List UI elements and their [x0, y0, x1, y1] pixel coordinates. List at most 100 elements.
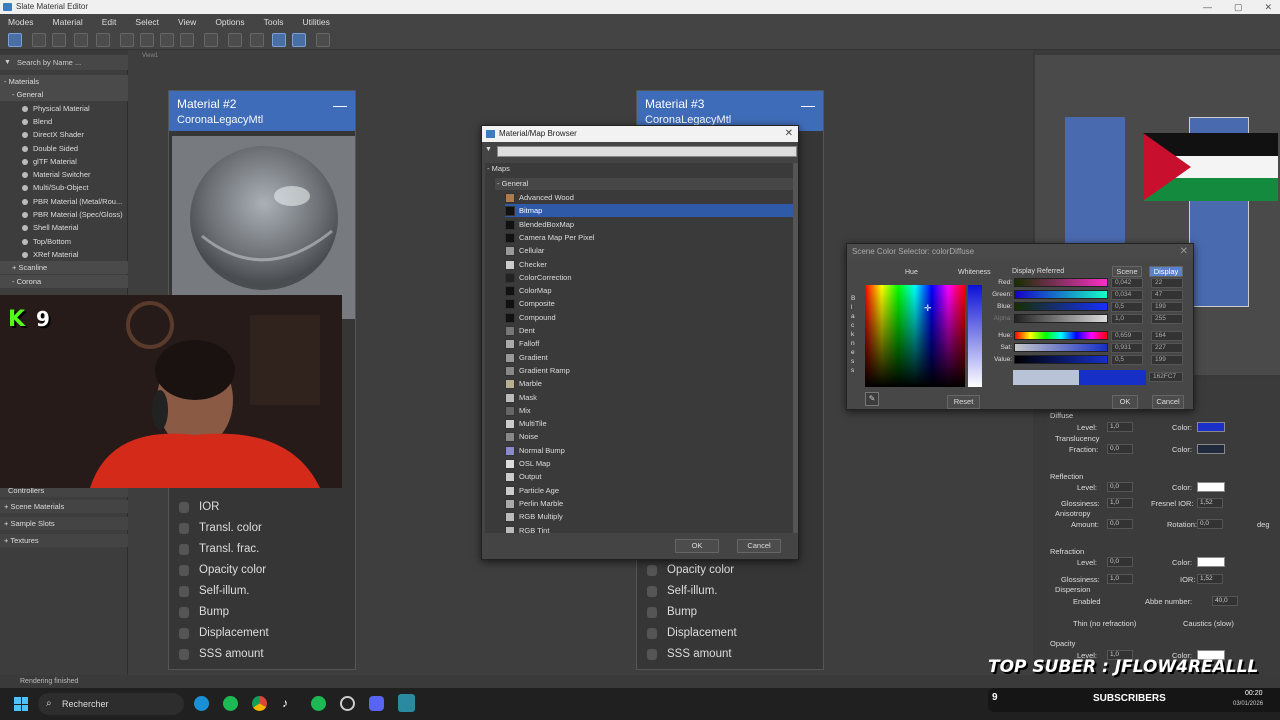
delete-icon[interactable] — [96, 33, 110, 47]
color-slider[interactable] — [1014, 302, 1108, 311]
slot-sss-amount[interactable]: SSS amount — [637, 644, 825, 665]
lock-icon[interactable] — [204, 33, 218, 47]
color-int-field[interactable]: 199 — [1151, 302, 1183, 312]
reflection-glossiness-field[interactable]: 1,0 — [1107, 498, 1133, 508]
refraction-glossiness-field[interactable]: 1,0 — [1107, 574, 1133, 584]
diffuse-level-field[interactable]: 1,0 — [1107, 422, 1133, 432]
material-map-browser-icon[interactable] — [272, 33, 286, 47]
color-slider[interactable] — [1014, 314, 1108, 323]
map-item[interactable]: Noise — [505, 430, 793, 443]
map-item[interactable]: RGB Multiply — [505, 510, 793, 523]
tiktok-icon[interactable]: ♪ — [282, 696, 295, 711]
rotation-field[interactable]: 0,0 — [1197, 519, 1223, 529]
tree-item[interactable]: Physical Material — [0, 102, 128, 115]
tree-item[interactable]: Blend — [0, 115, 128, 128]
3dsmax-icon[interactable] — [398, 694, 415, 712]
color-float-field[interactable]: 0,5 — [1111, 355, 1143, 365]
refraction-color-swatch[interactable] — [1197, 557, 1225, 567]
display-tab[interactable]: Display — [1149, 266, 1183, 277]
dropdown-arrow-icon[interactable]: ▼ — [485, 146, 492, 153]
maximize-icon[interactable]: ▢ — [1234, 0, 1243, 14]
color-float-field[interactable]: 0,042 — [1111, 278, 1143, 288]
dispersion-enabled-checkbox[interactable]: Enabled — [1073, 597, 1101, 606]
navigator-icon[interactable] — [316, 33, 330, 47]
map-list[interactable]: - Maps - General Advanced Wood Bitmap Blen… — [485, 163, 795, 533]
edge-browser-icon[interactable] — [194, 696, 209, 711]
menu-material[interactable]: Material — [53, 14, 83, 30]
taskbar-search-input[interactable]: ⌕ Rechercher — [38, 693, 184, 715]
tree-item[interactable]: - Corona — [0, 274, 128, 288]
discord-icon[interactable] — [369, 696, 384, 711]
collapse-icon[interactable]: — — [333, 97, 347, 113]
color-float-field[interactable]: 1,0 — [1111, 314, 1143, 324]
map-item[interactable]: Perlin Marble — [505, 497, 793, 510]
color-ok-button[interactable]: OK — [1112, 395, 1138, 409]
tree-item[interactable]: Material Switcher — [0, 168, 128, 181]
color-slider[interactable] — [1014, 331, 1108, 340]
hide-slots-icon[interactable] — [140, 33, 154, 47]
search-row[interactable]: ▼ Search by Name ... — [0, 55, 128, 70]
slot-opacity-color[interactable]: Opacity color — [637, 560, 825, 581]
move-children-icon[interactable] — [120, 33, 134, 47]
slot-transl-color[interactable]: Transl. color — [169, 518, 357, 539]
node-header[interactable]: Material #2 CoronaLegacyMtl — — [169, 91, 355, 131]
reset-button[interactable]: Reset — [947, 395, 980, 409]
tree-item[interactable]: Multi/Sub-Object — [0, 181, 128, 194]
map-item[interactable]: ColorCorrection — [505, 271, 793, 284]
map-item[interactable]: OSL Map — [505, 457, 793, 470]
slot-self-illum[interactable]: Self-illum. — [169, 581, 357, 602]
color-float-field[interactable]: 0,659 — [1111, 331, 1143, 341]
map-item[interactable]: Gradient Ramp — [505, 364, 793, 377]
map-item[interactable]: ColorMap — [505, 284, 793, 297]
maps-group[interactable]: - Maps — [487, 164, 510, 173]
map-list-scrollbar[interactable] — [793, 163, 798, 533]
map-item[interactable]: Advanced Wood — [505, 191, 793, 204]
color-int-field[interactable]: 227 — [1151, 343, 1183, 353]
eyedropper-icon[interactable]: ✎ — [865, 392, 879, 406]
tree-item[interactable]: - Materials — [0, 75, 128, 88]
map-item[interactable]: Compound — [505, 311, 793, 324]
reflection-color-swatch[interactable] — [1197, 482, 1225, 492]
tree-item[interactable]: PBR Material (Spec/Gloss) — [0, 208, 128, 221]
map-item[interactable]: Falloff — [505, 337, 793, 350]
menu-options[interactable]: Options — [215, 14, 244, 30]
color-slider[interactable] — [1014, 343, 1108, 352]
whiteness-slider[interactable] — [968, 285, 982, 387]
tree-item[interactable]: Double Sided — [0, 142, 128, 155]
tree-item[interactable]: XRef Material — [0, 248, 128, 261]
windows-start-icon[interactable] — [14, 697, 28, 711]
menu-edit[interactable]: Edit — [102, 14, 117, 30]
thin-checkbox[interactable]: Thin (no refraction) — [1073, 619, 1136, 628]
color-float-field[interactable]: 0,034 — [1111, 290, 1143, 300]
tree-item[interactable]: + Scanline — [0, 261, 128, 275]
map-item[interactable]: Gradient — [505, 351, 793, 364]
chrome-icon[interactable] — [252, 696, 267, 711]
layout-icon[interactable] — [228, 33, 242, 47]
spotify-icon-2[interactable] — [311, 696, 326, 711]
picker-crosshair-icon[interactable]: ✛ — [924, 303, 932, 314]
tree-textures[interactable]: + Textures — [0, 534, 128, 547]
browser-search-input[interactable] — [497, 146, 797, 157]
abbe-field[interactable]: 40,0 — [1212, 596, 1238, 606]
slot-displacement[interactable]: Displacement — [637, 623, 825, 644]
amount-field[interactable]: 0,0 — [1107, 519, 1133, 529]
tree-item[interactable]: - General — [0, 88, 128, 102]
cancel-button[interactable]: Cancel — [737, 539, 781, 553]
slot-displacement[interactable]: Displacement — [169, 623, 357, 644]
slot-sss-amount[interactable]: SSS amount — [169, 644, 357, 665]
refraction-level-field[interactable]: 0,0 — [1107, 557, 1133, 567]
minimize-icon[interactable]: — — [1203, 0, 1212, 14]
map-item[interactable]: BlendedBoxMap — [505, 218, 793, 231]
slot-self-illum[interactable]: Self-illum. — [637, 581, 825, 602]
color-slider[interactable] — [1014, 290, 1108, 299]
slot-transl-frac[interactable]: Transl. frac. — [169, 539, 357, 560]
show-map-icon[interactable] — [160, 33, 174, 47]
color-slider[interactable] — [1014, 278, 1108, 287]
ior-field[interactable]: 1,52 — [1197, 574, 1223, 584]
pick-material-icon[interactable] — [52, 33, 66, 47]
tree-scene-materials[interactable]: + Scene Materials — [0, 500, 128, 513]
background-icon[interactable] — [180, 33, 194, 47]
tree-item[interactable]: DirectX Shader — [0, 128, 128, 141]
spotify-icon[interactable] — [223, 696, 238, 711]
tree-item[interactable]: glTF Material — [0, 155, 128, 168]
